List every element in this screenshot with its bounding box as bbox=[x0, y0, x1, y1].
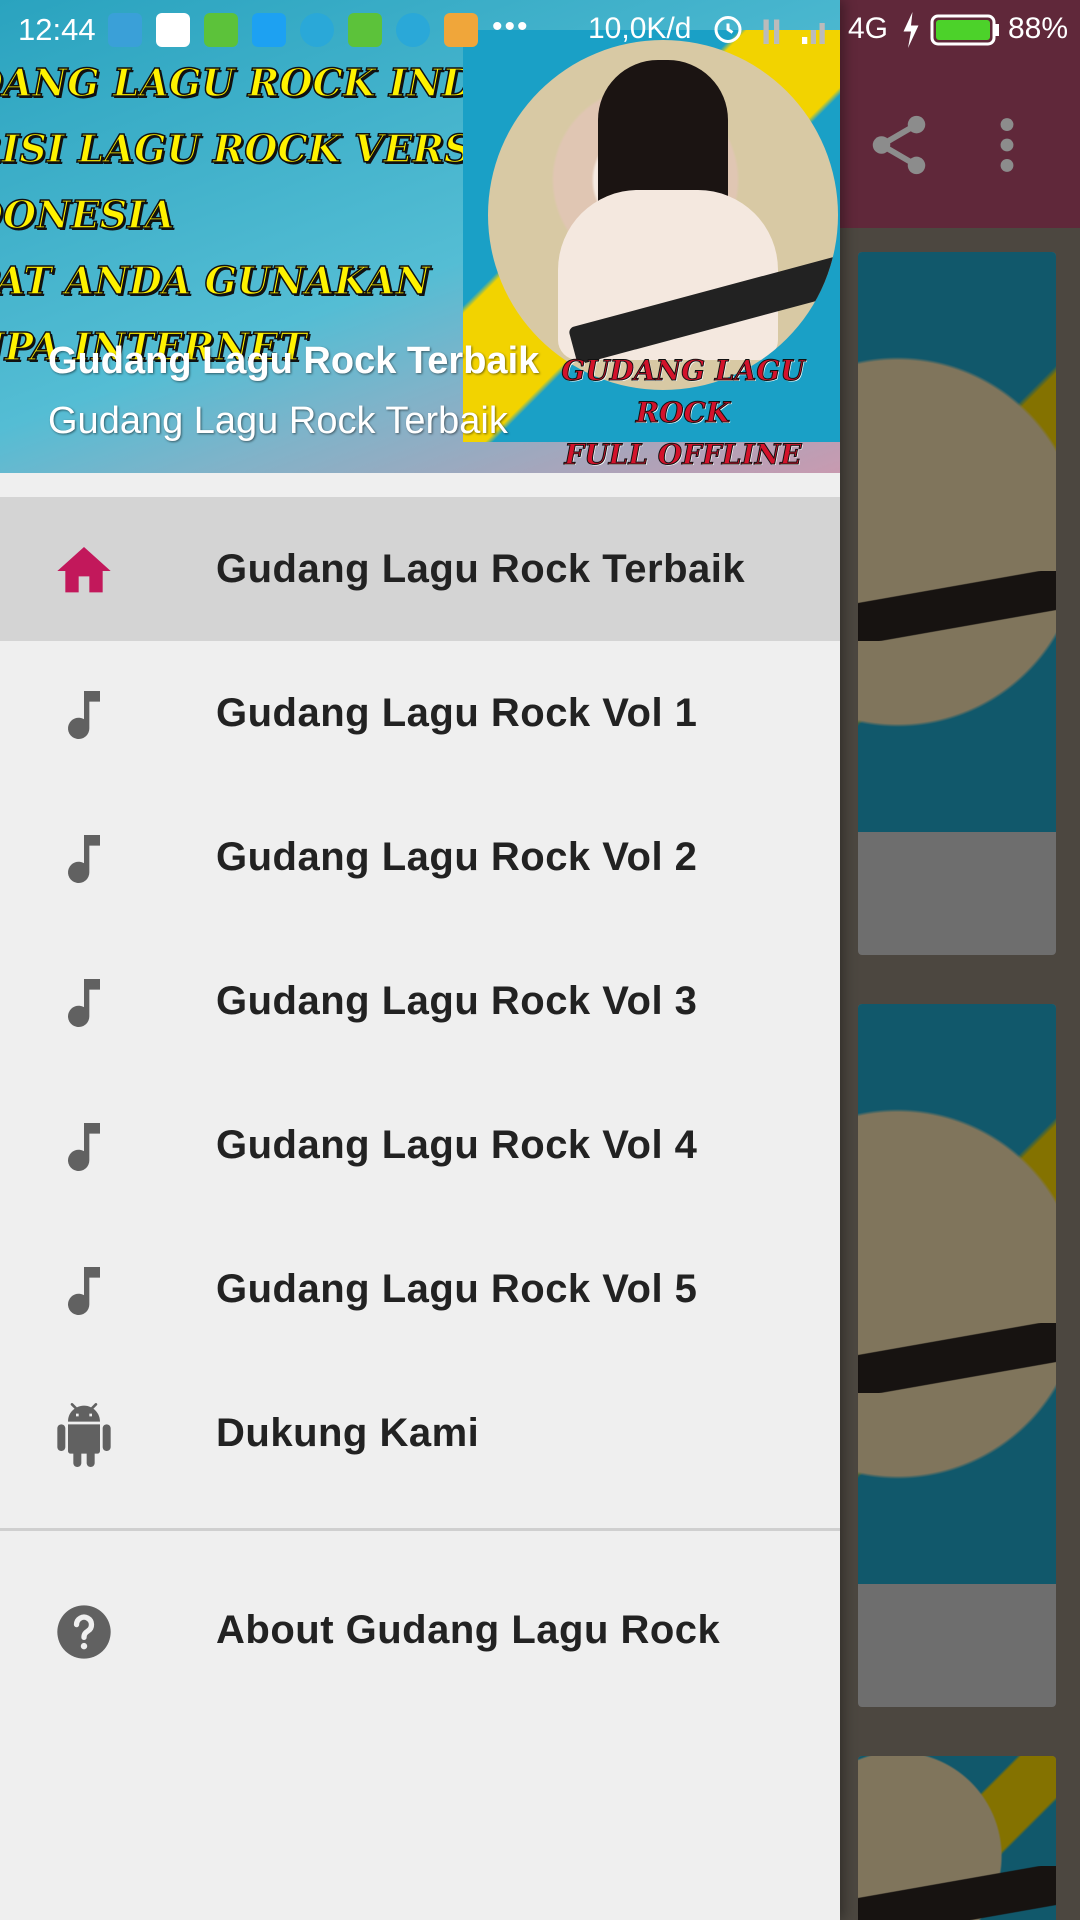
menu-item-label: About Gudang Lagu Rock bbox=[216, 1607, 721, 1652]
drawer-subtitle: Gudang Lagu Rock Terbaik bbox=[48, 400, 508, 442]
menu-item-label: Gudang Lagu Rock Vol 3 bbox=[216, 978, 698, 1023]
banner-line: DONESIA bbox=[0, 191, 175, 238]
menu-item-terbaik[interactable]: Gudang Lagu Rock Terbaik bbox=[0, 497, 840, 641]
menu-item-label: Gudang Lagu Rock Vol 5 bbox=[216, 1266, 698, 1311]
status-bar: 12:44 ••• 10,0K/d 4G 88% bbox=[0, 0, 1080, 60]
banner-line: RISI LAGU ROCK VERSI bbox=[0, 125, 490, 172]
menu-item-vol-4[interactable]: Gudang Lagu Rock Vol 4 bbox=[0, 1073, 840, 1217]
menu-item-dukung-kami[interactable]: Dukung Kami bbox=[0, 1361, 840, 1505]
battery-app-icon bbox=[204, 13, 238, 47]
home-icon bbox=[52, 539, 116, 603]
menu-item-label: Dukung Kami bbox=[216, 1410, 480, 1455]
app-logo-text: GUDANG LAGU ROCK FULL OFFLINE bbox=[533, 350, 833, 473]
menu-divider bbox=[0, 1528, 840, 1531]
header-banner-text: DANG LAGU ROCK INDONESIA RISI LAGU ROCK … bbox=[0, 50, 647, 380]
clock-app-icon bbox=[300, 13, 334, 47]
battery-app-icon bbox=[348, 13, 382, 47]
menu-item-vol-3[interactable]: Gudang Lagu Rock Vol 3 bbox=[0, 929, 840, 1073]
drawer-secondary-menu: About Gudang Lagu Rock bbox=[0, 1558, 840, 1702]
navigation-drawer: DANG LAGU ROCK INDONESIA RISI LAGU ROCK … bbox=[0, 0, 840, 1920]
battery-icon bbox=[930, 14, 999, 46]
battery-percent: 88% bbox=[1008, 12, 1069, 45]
more-notifications-icon: ••• bbox=[492, 10, 530, 43]
menu-item-label: Gudang Lagu Rock Vol 2 bbox=[216, 834, 698, 879]
music-note-icon bbox=[52, 971, 116, 1035]
guitarist-image bbox=[488, 40, 838, 390]
menu-item-vol-1[interactable]: Gudang Lagu Rock Vol 1 bbox=[0, 641, 840, 785]
android-icon bbox=[52, 1403, 116, 1467]
menu-item-vol-5[interactable]: Gudang Lagu Rock Vol 5 bbox=[0, 1217, 840, 1361]
menu-item-about[interactable]: About Gudang Lagu Rock bbox=[0, 1558, 840, 1702]
status-time: 12:44 bbox=[18, 12, 96, 47]
banner-line: PAT ANDA GUNAKAN bbox=[0, 257, 431, 304]
music-note-icon bbox=[52, 827, 116, 891]
signal-icon bbox=[763, 19, 825, 44]
paint-icon bbox=[444, 13, 478, 47]
menu-item-vol-2[interactable]: Gudang Lagu Rock Vol 2 bbox=[0, 785, 840, 929]
drawer-header: DANG LAGU ROCK INDONESIA RISI LAGU ROCK … bbox=[0, 0, 840, 473]
network-type: 4G bbox=[848, 12, 889, 45]
menu-item-label: Gudang Lagu Rock Terbaik bbox=[216, 546, 746, 591]
music-note-icon bbox=[52, 1259, 116, 1323]
twitter-icon bbox=[252, 13, 286, 47]
logo-line: FULL OFFLINE bbox=[564, 438, 802, 472]
alarm-icon bbox=[714, 16, 742, 43]
menu-item-label: Gudang Lagu Rock Vol 1 bbox=[216, 690, 698, 735]
drawer-title: Gudang Lagu Rock Terbaik bbox=[48, 340, 540, 382]
clock-app-icon bbox=[396, 13, 430, 47]
music-note-icon bbox=[52, 683, 116, 747]
charging-icon bbox=[903, 12, 919, 48]
translate-icon bbox=[156, 13, 190, 47]
usb-icon bbox=[108, 13, 142, 47]
network-speed: 10,0K/d bbox=[588, 12, 692, 45]
menu-item-label: Gudang Lagu Rock Vol 4 bbox=[216, 1122, 698, 1167]
logo-line: GUDANG LAGU ROCK bbox=[561, 354, 805, 430]
help-icon bbox=[52, 1600, 116, 1664]
drawer-menu: Gudang Lagu Rock Terbaik Gudang Lagu Roc… bbox=[0, 497, 840, 1505]
music-note-icon bbox=[52, 1115, 116, 1179]
